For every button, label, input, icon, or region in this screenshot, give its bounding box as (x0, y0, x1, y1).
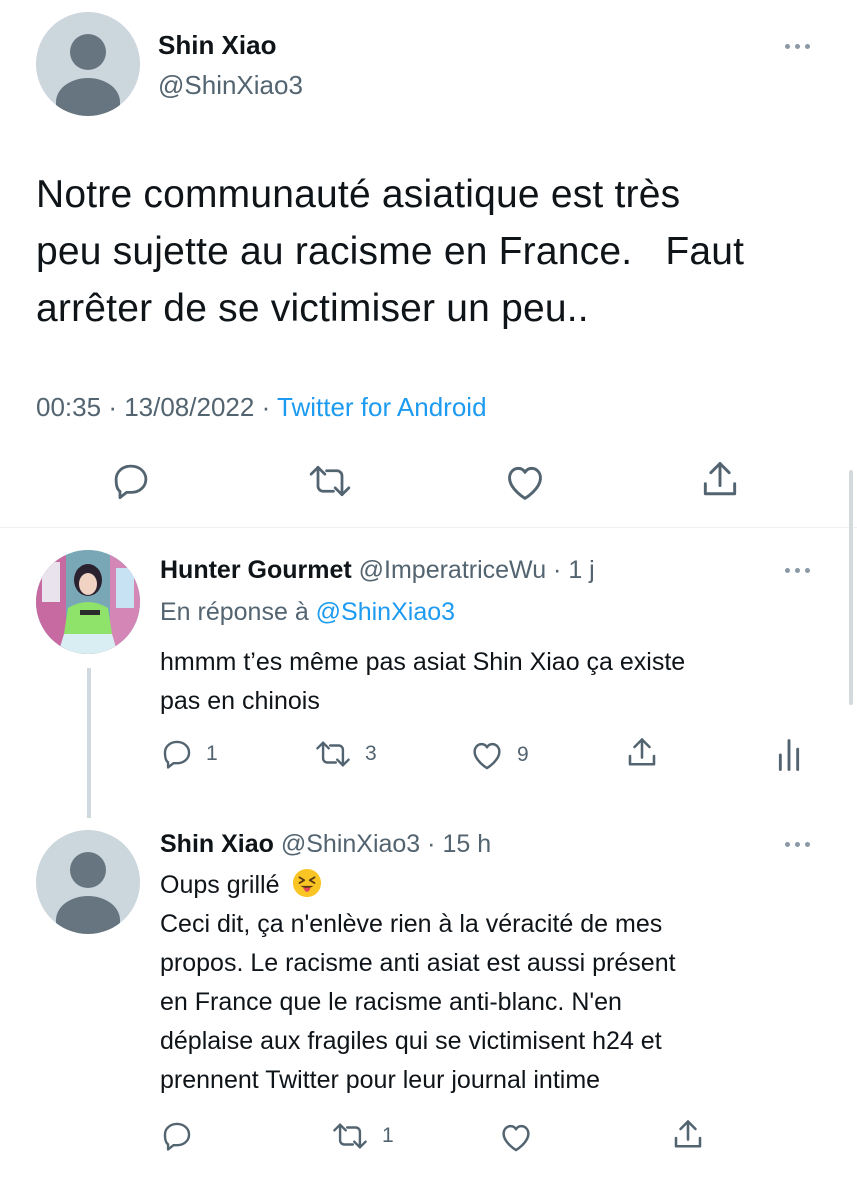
tweet-meta: 00:35 · 13/08/2022 · Twitter for Android (36, 392, 487, 423)
meta-separator: · (261, 392, 277, 422)
main-text-line: arrêter de se victimiser un peu.. (36, 287, 589, 330)
reply-icon (114, 464, 148, 500)
share-icon (628, 738, 656, 766)
reply1-header: Hunter Gourmet @ImperatriceWu · 1 j (160, 556, 595, 585)
reply2-age[interactable]: 15 h (442, 830, 491, 858)
reply1-share-button[interactable] (624, 735, 660, 771)
reply2-author-name[interactable]: Shin Xiao (160, 830, 274, 858)
main-share-button[interactable] (698, 458, 742, 502)
avatar-head (70, 34, 106, 70)
reply1-like-count: 9 (517, 743, 529, 766)
reply2-more-icon[interactable] (785, 842, 810, 847)
reply2-avatar[interactable] (36, 830, 140, 934)
reply2-text-line: déplaise aux fragiles qui se victimisent… (160, 1027, 662, 1055)
divider (0, 527, 857, 528)
header-separator: · (546, 556, 569, 584)
main-tweet-text: Notre communauté asiatique est très peu … (36, 166, 836, 337)
reply1-analytics-button[interactable] (776, 737, 802, 773)
replying-to-handle[interactable]: @ShinXiao3 (316, 598, 455, 626)
reply1-age[interactable]: 1 j (568, 556, 594, 584)
retweet-icon (316, 741, 350, 767)
tweet-time[interactable]: 00:35 (36, 392, 101, 422)
main-author-handle[interactable]: @ShinXiao3 (158, 70, 303, 101)
retweet-icon (333, 1123, 367, 1149)
main-author-name[interactable]: Shin Xiao (158, 30, 276, 61)
main-like-button[interactable] (503, 462, 547, 502)
reply-icon (163, 740, 191, 769)
reply2-author-handle[interactable]: @ShinXiao3 (281, 830, 420, 858)
like-icon (502, 1124, 530, 1152)
reply2-text-line: Oups grillé (160, 866, 840, 905)
main-text-line: peu sujette au racisme en France. Faut (36, 230, 745, 273)
reply2-text-line: en France que le racisme anti-blanc. N'e… (160, 988, 622, 1016)
reply1-reply-count: 1 (206, 742, 218, 765)
reply1-text-line: pas en chinois (160, 687, 320, 715)
reply2-like-button[interactable] (498, 1121, 534, 1153)
reply1-author-handle[interactable]: @ImperatriceWu (359, 556, 546, 584)
main-avatar[interactable] (36, 12, 140, 116)
reply2-retweet-count: 1 (382, 1124, 394, 1147)
meta-separator: · (108, 392, 125, 422)
thread-connector-line (87, 668, 91, 818)
reply2-header: Shin Xiao @ShinXiao3 · 15 h (160, 830, 491, 859)
reply2-text-line: Ceci dit, ça n'enlève rien à la véracité… (160, 910, 663, 938)
reply2-retweet-button[interactable]: 1 (330, 1119, 394, 1153)
reply1-author-name[interactable]: Hunter Gourmet (160, 556, 352, 584)
avatar-head (70, 852, 106, 888)
reply2-text-line-1: Oups grillé (160, 871, 280, 899)
reply1-retweet-button[interactable]: 3 (313, 737, 377, 771)
tweet-source-link[interactable]: Twitter for Android (277, 392, 487, 422)
share-icon (703, 462, 737, 496)
avatar-body (56, 78, 120, 116)
reply1-reply-button[interactable]: 1 (160, 737, 218, 771)
reply2-text-line: propos. Le racisme anti asiat est aussi … (160, 949, 676, 977)
squinting-tongue-emoji-icon (293, 869, 322, 898)
main-retweet-button[interactable] (306, 460, 354, 502)
reply-icon (163, 1122, 191, 1151)
header-separator: · (420, 830, 443, 858)
tweet-date[interactable]: 13/08/2022 (124, 392, 254, 422)
reply1-more-icon[interactable] (785, 568, 810, 573)
reply1-like-button[interactable]: 9 (469, 739, 529, 771)
main-text-line: Notre communauté asiatique est très (36, 173, 681, 216)
main-more-icon[interactable] (785, 44, 810, 49)
reply2-share-button[interactable] (670, 1117, 706, 1153)
avatar-body (56, 896, 120, 934)
share-icon (674, 1120, 702, 1148)
reply2-text-line: prennent Twitter pour leur journal intim… (160, 1066, 601, 1094)
replying-to-prefix: En réponse à (160, 598, 309, 626)
reply1-avatar-photo (36, 550, 140, 654)
analytics-icon (778, 739, 800, 771)
reply1-text-line: hmmm t’es même pas asiat Shin Xiao ça ex… (160, 648, 686, 676)
reply1-replying-to: En réponse à @ShinXiao3 (160, 598, 455, 627)
main-reply-button[interactable] (110, 460, 152, 502)
scrollbar[interactable] (849, 470, 853, 705)
retweet-icon (309, 465, 351, 497)
reply1-text: hmmm t’es même pas asiat Shin Xiao ça ex… (160, 643, 820, 721)
reply2-reply-button[interactable] (160, 1119, 194, 1153)
reply2-text: Oups grillé Ceci dit, ça n'enlève rien à… (160, 866, 840, 1100)
like-icon (473, 742, 501, 770)
reply1-retweet-count: 3 (365, 742, 377, 765)
like-icon (508, 466, 542, 500)
reply1-avatar[interactable] (36, 550, 140, 654)
